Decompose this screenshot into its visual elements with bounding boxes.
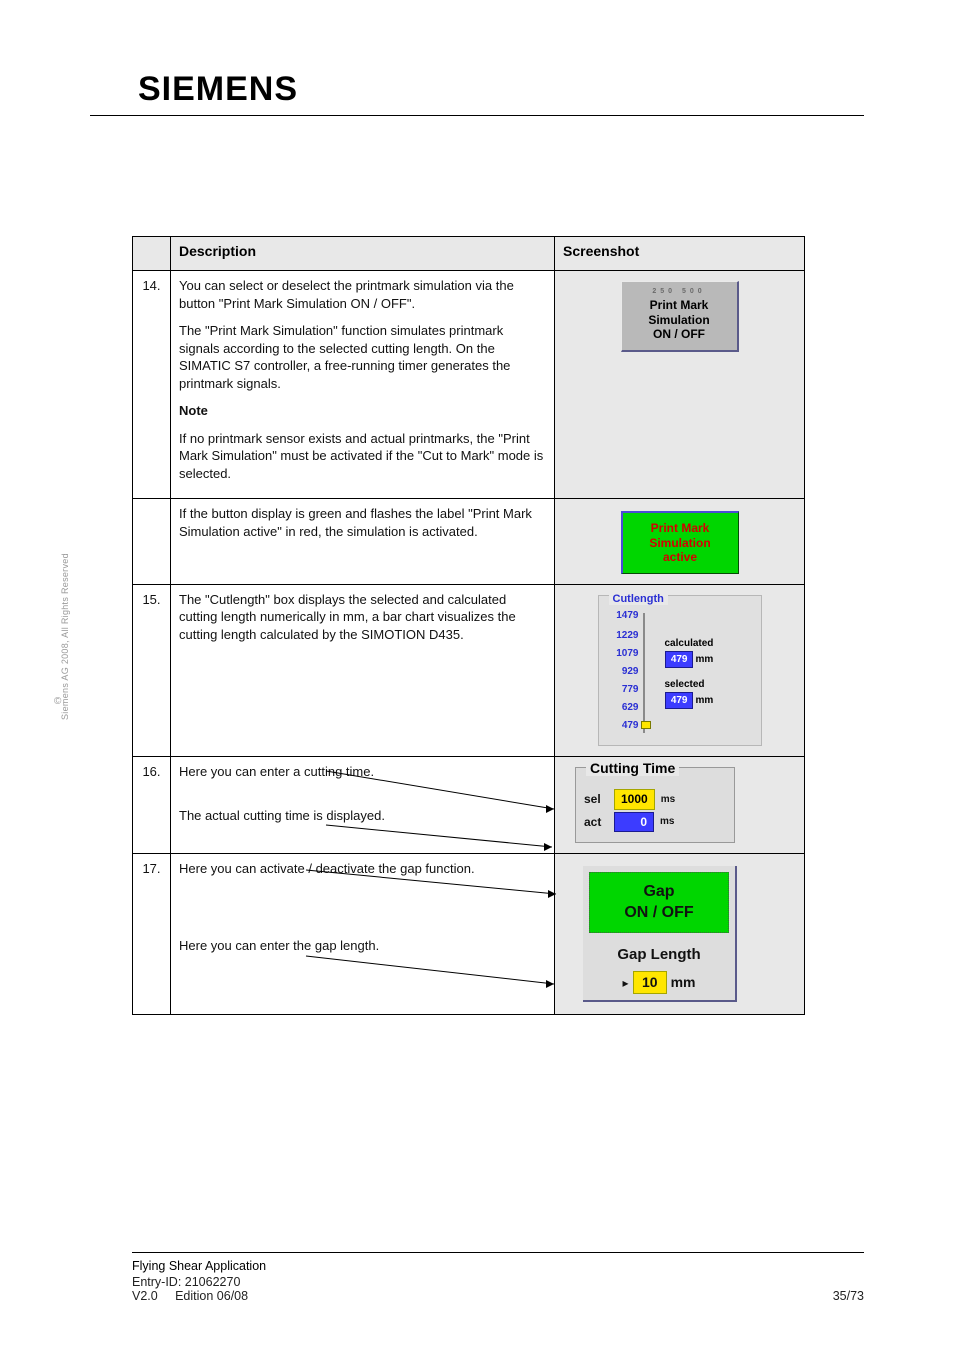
selected-value: 479 [665, 692, 693, 710]
step-17-screenshot: Gap ON / OFF Gap Length ▸ 10 mm [555, 853, 805, 1014]
cutting-time-act-value: 0 [614, 812, 654, 832]
footer-title: Flying Shear Application [132, 1259, 864, 1273]
step-15-screenshot: Cutlength 1479 1229 1079 929 779 629 [555, 584, 805, 757]
sidebar-copyright: Siemens AG 2008, All Rights Reserved [60, 553, 70, 720]
calculated-label: calculated [665, 637, 755, 651]
cutting-time-sel-input[interactable]: 1000 [614, 789, 655, 809]
print-mark-simulation-button[interactable]: 250 500 Print Mark Simulation ON / OFF [621, 281, 739, 352]
arrow-right-icon: ▸ [623, 975, 629, 991]
gap-panel: Gap ON / OFF Gap Length ▸ 10 mm [583, 866, 737, 1002]
siemens-logo: SIEMENS [138, 70, 864, 109]
cutlength-marker [641, 721, 651, 729]
step-number-17: 17. [133, 853, 171, 1014]
sel-unit-ms: ms [661, 793, 675, 807]
step-16-description: Here you can enter a cutting time. The a… [171, 757, 555, 853]
selected-label: selected [665, 678, 755, 692]
gap-unit: mm [671, 973, 696, 992]
col-header-no [133, 237, 171, 271]
cutting-time-title: Cutting Time [586, 760, 679, 776]
footer-edition: Edition 06/08 [175, 1289, 248, 1303]
step-number-14: 14. [133, 271, 171, 499]
step-14b-description: If the button display is green and flash… [171, 499, 555, 584]
act-unit-ms: ms [660, 815, 674, 829]
col-header-description: Description [171, 237, 555, 271]
step-14-screenshot: 250 500 Print Mark Simulation ON / OFF [555, 271, 805, 499]
gap-length-label: Gap Length [589, 945, 729, 965]
cutlength-title: Cutlength [609, 593, 668, 605]
step-number-15: 15. [133, 584, 171, 757]
step-number-blank [133, 499, 171, 584]
act-label: act [584, 814, 608, 830]
step-16-screenshot: Cutting Time sel 1000 ms act 0 ms [555, 757, 805, 853]
header-divider [90, 115, 864, 116]
col-header-screenshot: Screenshot [555, 237, 805, 271]
sel-unit: mm [696, 694, 714, 708]
gap-onoff-button[interactable]: Gap ON / OFF [589, 872, 729, 933]
calculated-value: 479 [665, 651, 693, 669]
step-number-16: 16. [133, 757, 171, 853]
axis-ticks: 250 500 [626, 288, 733, 296]
footer-entry-id: Entry-ID: 21062270 [132, 1275, 240, 1289]
step-17-description: Here you can activate / deactivate the g… [171, 853, 555, 1014]
cutting-time-panel: Cutting Time sel 1000 ms act 0 ms [575, 767, 735, 842]
print-mark-simulation-active-button[interactable]: Print Mark Simulation active [621, 511, 739, 573]
step-14-description: You can select or deselect the printmark… [171, 271, 555, 499]
calc-unit: mm [696, 653, 714, 667]
step-15-description: The "Cutlength" box displays the selecte… [171, 584, 555, 757]
cutlength-bar-chart: 1479 1229 1079 929 779 629 479 [605, 609, 657, 739]
sel-label: sel [584, 791, 608, 807]
step-14b-screenshot: Print Mark Simulation active [555, 499, 805, 584]
footer-page-number: 35/73 [833, 1289, 864, 1303]
gap-length-input[interactable]: 10 [633, 971, 667, 994]
page-footer: Flying Shear Application Entry-ID: 21062… [0, 1252, 954, 1303]
instructions-table: Description Screenshot 14. You can selec… [132, 236, 805, 1015]
footer-version: V2.0 [132, 1289, 158, 1303]
cutlength-panel: Cutlength 1479 1229 1079 929 779 629 [598, 595, 762, 747]
